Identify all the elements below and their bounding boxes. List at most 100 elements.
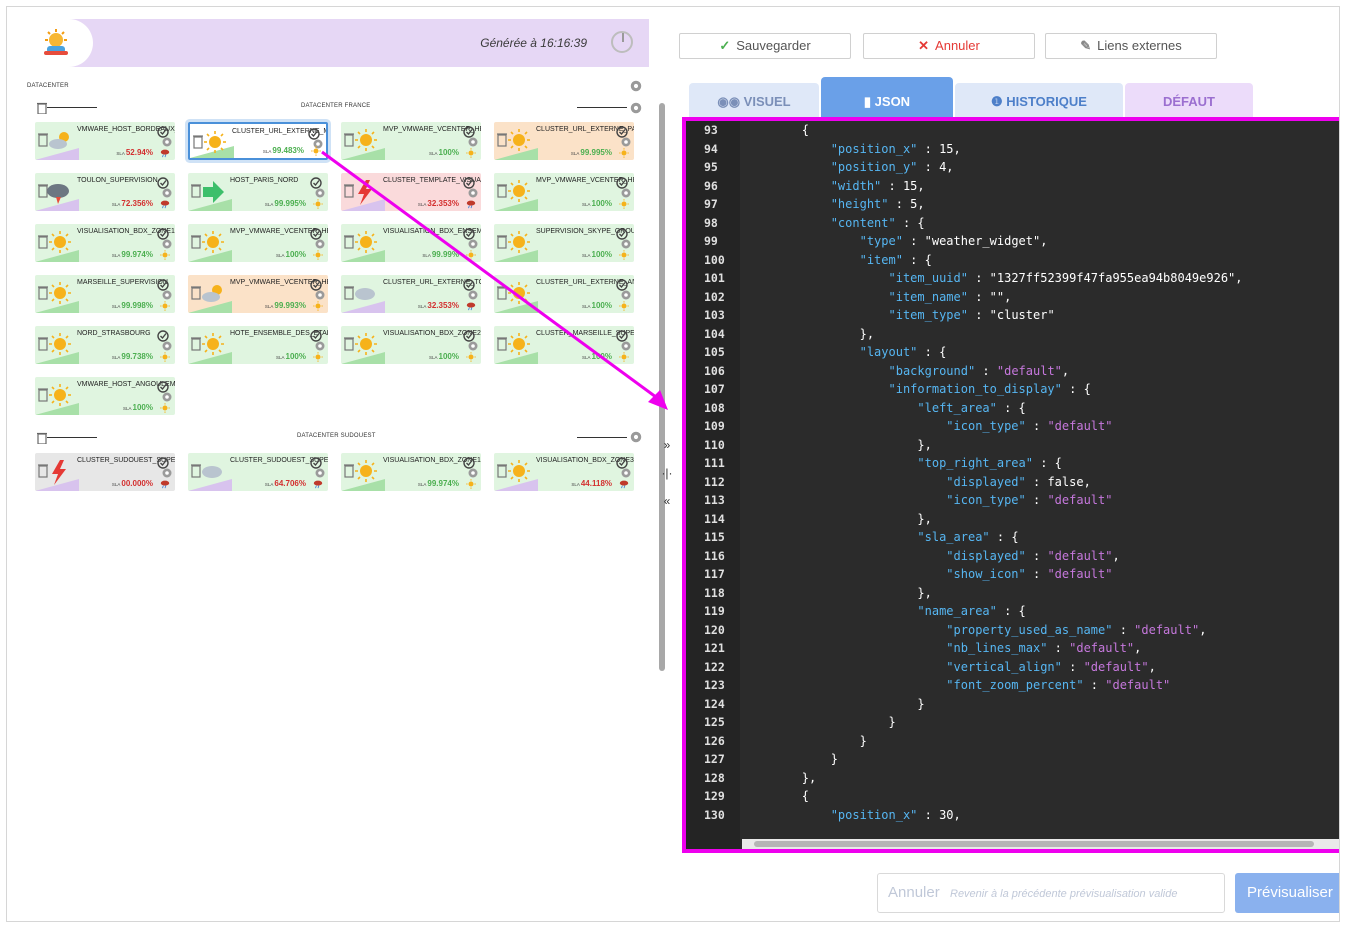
weather-tile[interactable]: MVP_VMWARE_VCENTER_HEALT... SLA100% — [188, 224, 328, 262]
code-line[interactable]: "vertical_align" : "default", — [744, 658, 1339, 677]
code-line[interactable]: "top_right_area" : { — [744, 454, 1339, 473]
weather-tile[interactable]: CLUSTER_URL_EXTERNE_PARIS SLA99.995% — [494, 122, 634, 160]
revert-button[interactable]: Annuler Revenir à la précédente prévisua… — [877, 873, 1225, 913]
code-line[interactable]: } — [744, 695, 1339, 714]
tile-settings-gear-icon[interactable] — [161, 238, 173, 250]
resize-handle-icon[interactable]: ·|· — [657, 459, 677, 487]
code-line[interactable]: "item_type" : "cluster" — [744, 306, 1339, 325]
code-area[interactable]: { "position_x" : 15, "position_y" : 4, "… — [744, 121, 1339, 849]
tab-history[interactable]: ❶ HISTORIQUE — [955, 83, 1123, 117]
tile-settings-gear-icon[interactable] — [161, 467, 173, 479]
code-line[interactable]: "layout" : { — [744, 343, 1339, 362]
horizontal-scrollbar-thumb[interactable] — [754, 841, 1314, 847]
code-line[interactable]: "background" : "default", — [744, 362, 1339, 381]
tile-settings-gear-icon[interactable] — [161, 136, 173, 148]
code-line[interactable]: "position_y" : 4, — [744, 158, 1339, 177]
code-line[interactable]: "nb_lines_max" : "default", — [744, 639, 1339, 658]
section-settings-gear-icon[interactable] — [629, 430, 643, 444]
weather-tile[interactable]: NORD_STRASBOURG SLA99.738% — [35, 326, 175, 364]
code-line[interactable]: "type" : "weather_widget", — [744, 232, 1339, 251]
tile-settings-gear-icon[interactable] — [620, 289, 632, 301]
weather-tile[interactable]: CLUSTER_URL_EXTERNE_TOULON SLA32.353% — [341, 275, 481, 313]
external-links-button[interactable]: ✎ Liens externes — [1045, 33, 1217, 59]
tile-settings-gear-icon[interactable] — [467, 467, 479, 479]
refresh-timer-icon[interactable] — [611, 31, 633, 53]
weather-tile[interactable]: VISUALISATION_BDX_ZONE1 SLA99.974% — [341, 453, 481, 491]
tile-settings-gear-icon[interactable] — [620, 187, 632, 199]
code-line[interactable]: "property_used_as_name" : "default", — [744, 621, 1339, 640]
expand-left-icon[interactable]: « — [657, 487, 677, 515]
code-line[interactable]: "icon_type" : "default" — [744, 417, 1339, 436]
tile-settings-gear-icon[interactable] — [161, 391, 173, 403]
cancel-button[interactable]: ✕ Annuler — [863, 33, 1035, 59]
code-line[interactable]: }, — [744, 436, 1339, 455]
section-settings-gear-icon[interactable] — [629, 79, 643, 93]
weather-tile[interactable]: SUPERVISION_SKYPE_GROUPE_1 SLA100% — [494, 224, 634, 262]
delete-trash-icon[interactable] — [37, 101, 47, 115]
weather-tile[interactable]: CLUSTER_MARSEILLE_SUPERVISION SLA100% — [494, 326, 634, 364]
weather-tile[interactable]: CLUSTER_SUDOUEST_SUPERVIS... SLA64.706% — [188, 453, 328, 491]
delete-trash-icon[interactable] — [37, 431, 47, 445]
tile-settings-gear-icon[interactable] — [467, 238, 479, 250]
code-line[interactable]: "information_to_display" : { — [744, 380, 1339, 399]
weather-tile[interactable]: VISUALISATION_BDX_ZONE1 SLA99.974% — [35, 224, 175, 262]
weather-tile[interactable]: HOTE_ENSEMBLE_DES_ETABLIS... SLA100% — [188, 326, 328, 364]
weather-tile[interactable]: MARSEILLE_SUPERVISION SLA99.998% — [35, 275, 175, 313]
code-line[interactable]: }, — [744, 325, 1339, 344]
weather-tile[interactable]: VISUALISATION_BDX_ENSEMBLE SLA99.99% — [341, 224, 481, 262]
code-line[interactable]: }, — [744, 769, 1339, 788]
code-line[interactable]: "show_icon" : "default" — [744, 565, 1339, 584]
weather-tile[interactable]: MVP_VMWARE_VCENTER_HEALT... SLA100% — [341, 122, 481, 160]
code-line[interactable]: } — [744, 732, 1339, 751]
code-line[interactable]: "item_uuid" : "1327ff52399f47fa955ea94b8… — [744, 269, 1339, 288]
section-settings-gear-icon[interactable] — [629, 101, 643, 115]
tile-settings-gear-icon[interactable] — [314, 340, 326, 352]
tile-settings-gear-icon[interactable] — [314, 467, 326, 479]
code-line[interactable]: } — [744, 750, 1339, 769]
code-line[interactable]: "font_zoom_percent" : "default" — [744, 676, 1339, 695]
code-line[interactable]: "height" : 5, — [744, 195, 1339, 214]
scrollbar-thumb[interactable] — [659, 103, 665, 671]
tile-settings-gear-icon[interactable] — [467, 340, 479, 352]
weather-tile[interactable]: MVP_VMWARE_VCENTER_HEALT... SLA100% — [494, 173, 634, 211]
json-editor[interactable]: 93 94 95 96 97 98 99 100 101 102 103 104 105 106 107 10… — [682, 117, 1339, 853]
code-line[interactable]: "displayed" : false, — [744, 473, 1339, 492]
weather-tile[interactable]: CLUSTER_URL_EXTERNE_MONTPELIER SLA99.483% — [188, 122, 328, 160]
weather-tile[interactable]: VMWARE_HOST_ANGOULEME SLA100% — [35, 377, 175, 415]
code-line[interactable]: "name_area" : { — [744, 602, 1339, 621]
code-line[interactable]: "position_x" : 30, — [744, 806, 1339, 825]
tile-settings-gear-icon[interactable] — [467, 289, 479, 301]
weather-tile[interactable]: CLUSTER_TEMPLATE_VISUALISAT... SLA32.353% — [341, 173, 481, 211]
code-line[interactable]: "item_name" : "", — [744, 288, 1339, 307]
tab-visual[interactable]: ◉◉ VISUEL — [689, 83, 819, 117]
code-line[interactable]: "sla_area" : { — [744, 528, 1339, 547]
tile-settings-gear-icon[interactable] — [314, 187, 326, 199]
panel-splitter[interactable]: » ·|· « — [657, 431, 677, 523]
code-line[interactable]: "width" : 15, — [744, 177, 1339, 196]
preview-button[interactable]: Prévisualiser — [1235, 873, 1339, 913]
code-line[interactable]: "displayed" : "default", — [744, 547, 1339, 566]
tab-default[interactable]: DÉFAUT — [1125, 83, 1253, 117]
tile-settings-gear-icon[interactable] — [620, 136, 632, 148]
code-line[interactable]: "content" : { — [744, 214, 1339, 233]
tile-settings-gear-icon[interactable] — [620, 467, 632, 479]
horizontal-scrollbar[interactable] — [742, 839, 1339, 849]
code-line[interactable]: { — [744, 787, 1339, 806]
code-line[interactable]: "item" : { — [744, 251, 1339, 270]
weather-tile[interactable]: VISUALISATION_BDX_ZONE3 SLA44.118% — [494, 453, 634, 491]
code-line[interactable]: "left_area" : { — [744, 399, 1339, 418]
expand-right-icon[interactable]: » — [657, 431, 677, 459]
tile-settings-gear-icon[interactable] — [161, 187, 173, 199]
code-line[interactable]: "icon_type" : "default" — [744, 491, 1339, 510]
weather-tile[interactable]: VISUALISATION_BDX_ZONE2 SLA100% — [341, 326, 481, 364]
code-line[interactable]: { — [744, 121, 1339, 140]
save-button[interactable]: ✓ Sauvegarder — [679, 33, 851, 59]
tile-settings-gear-icon[interactable] — [161, 340, 173, 352]
tab-json[interactable]: ▮ JSON — [821, 77, 953, 117]
tile-settings-gear-icon[interactable] — [467, 187, 479, 199]
code-line[interactable]: }, — [744, 584, 1339, 603]
tile-settings-gear-icon[interactable] — [620, 238, 632, 250]
tile-settings-gear-icon[interactable] — [467, 136, 479, 148]
weather-tile[interactable]: CLUSTER_SUDOUEST_SUPERVISION SLA00.000% — [35, 453, 175, 491]
tile-settings-gear-icon[interactable] — [620, 340, 632, 352]
